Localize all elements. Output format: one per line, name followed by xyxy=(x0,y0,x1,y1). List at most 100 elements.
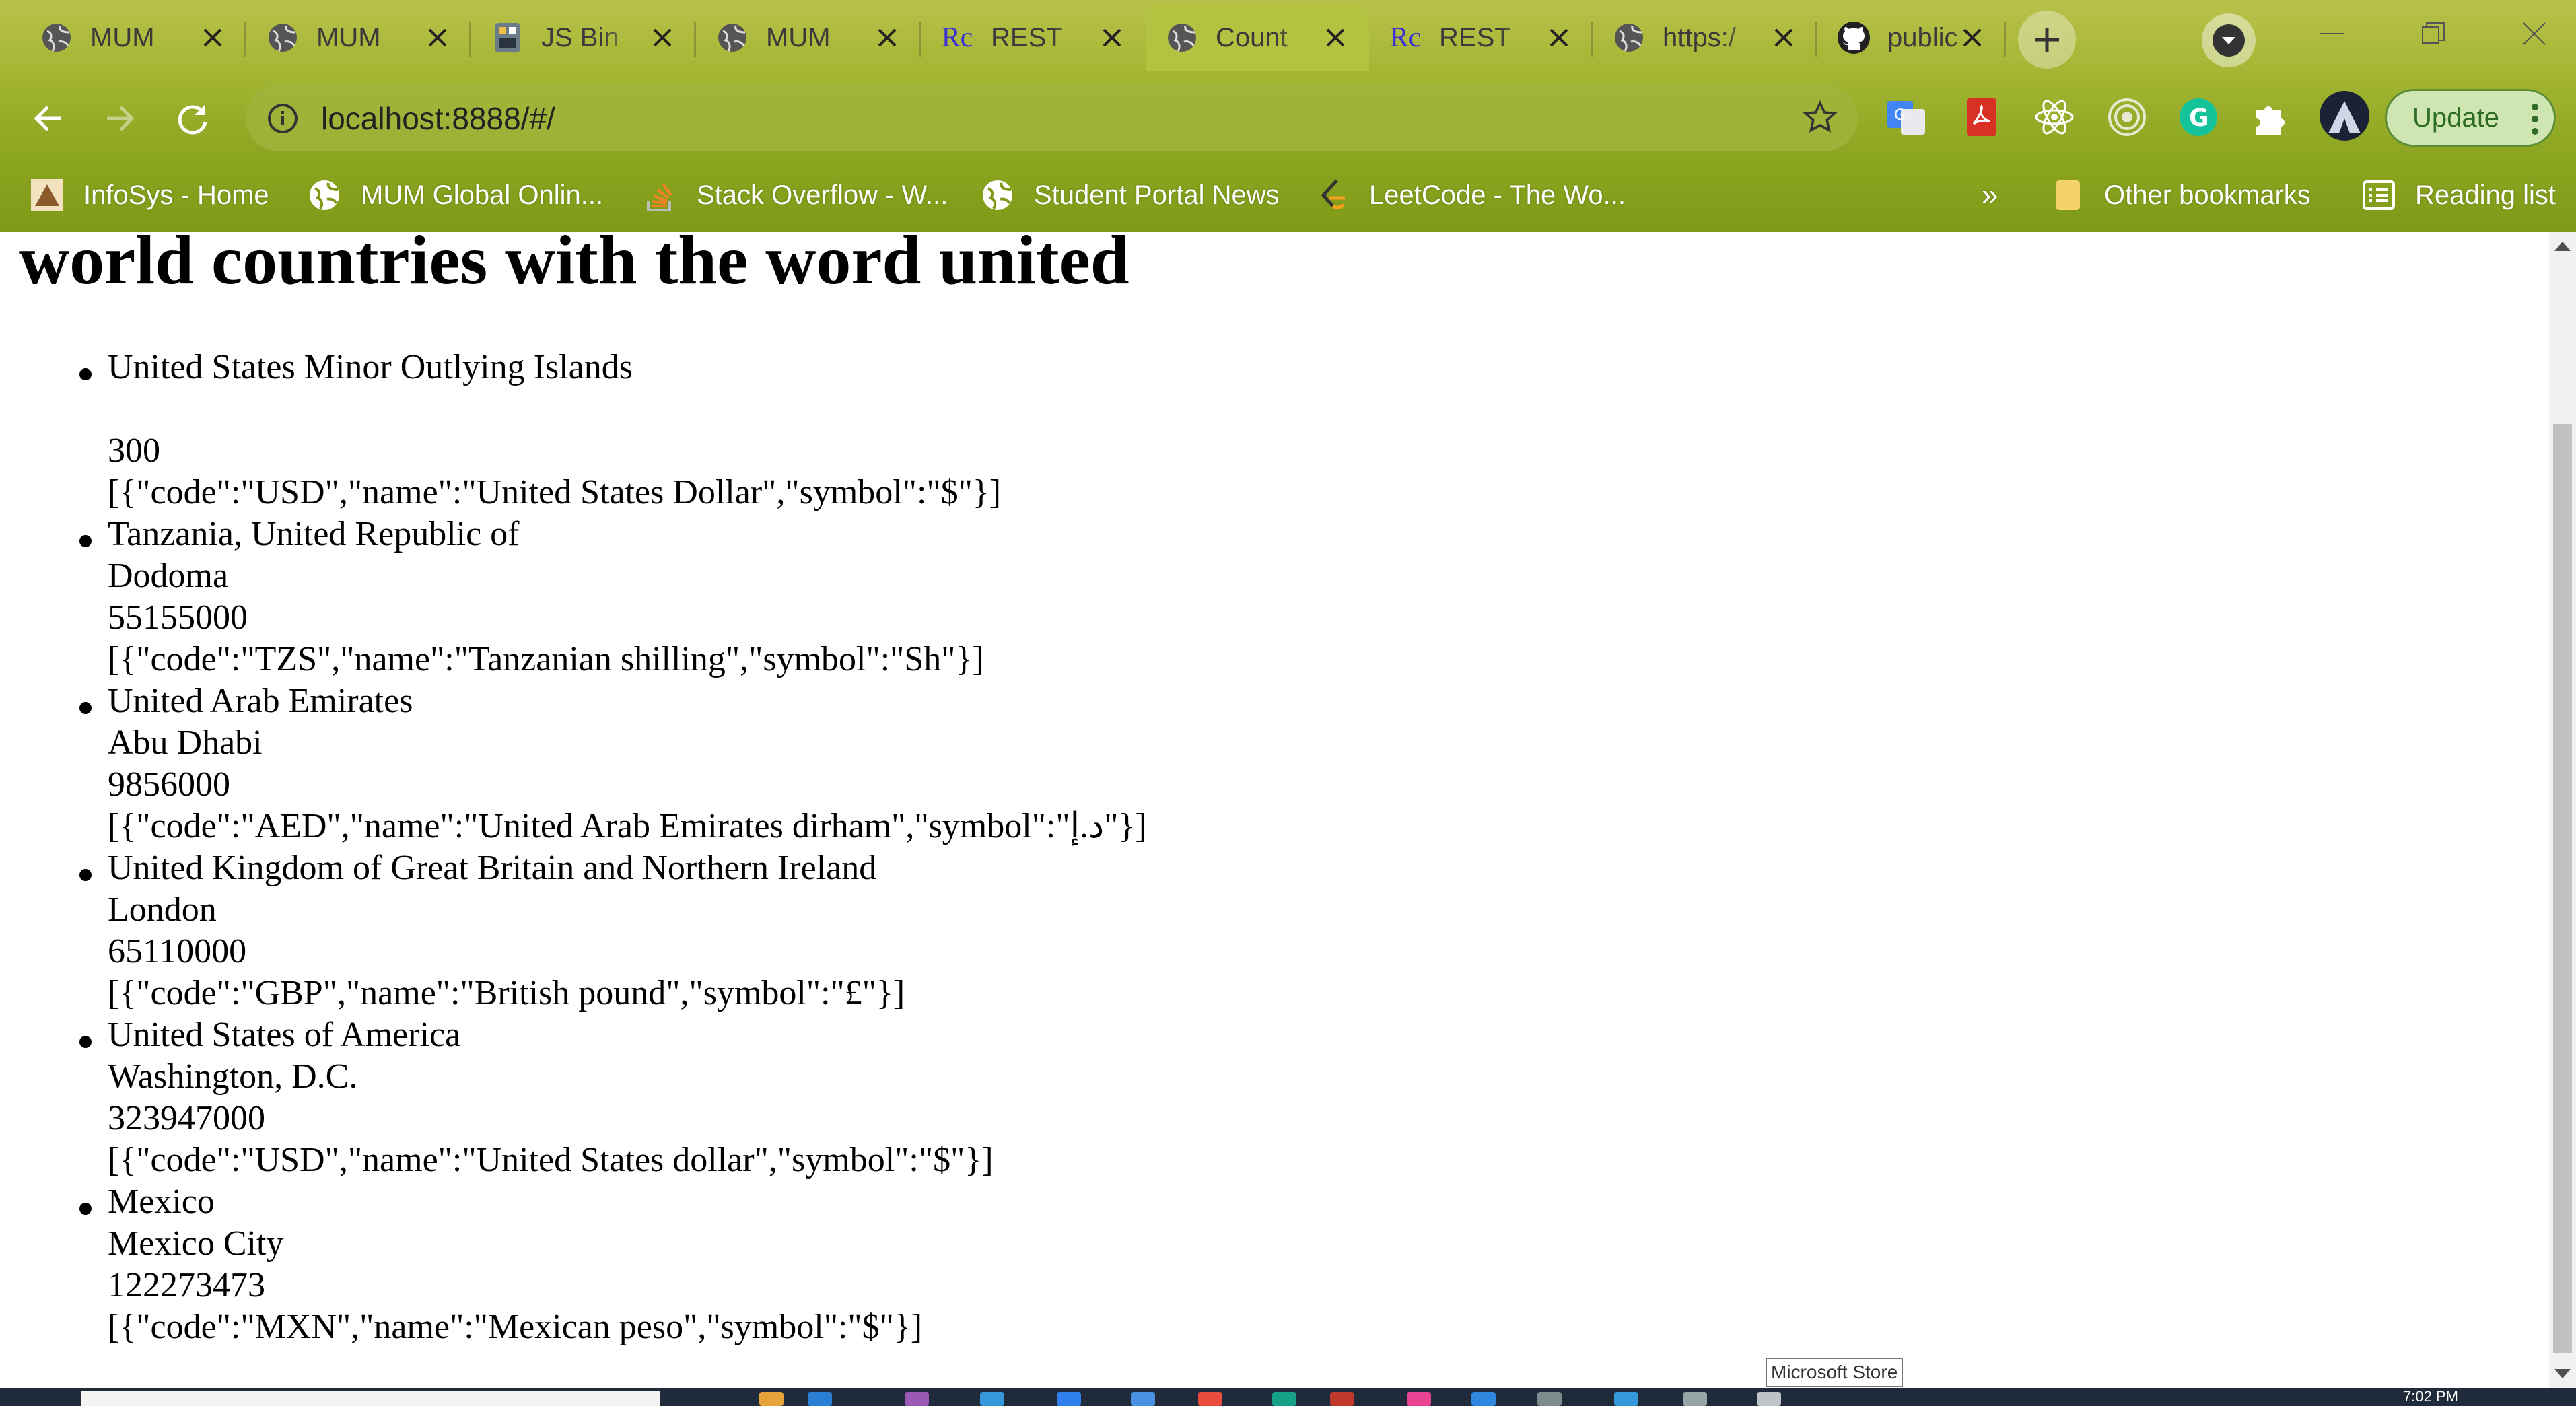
close-window-button[interactable] xyxy=(2484,0,2576,67)
country-name: Tanzania, United Republic of xyxy=(108,515,520,553)
browser-tab[interactable]: MUM xyxy=(696,4,921,71)
restore-button[interactable] xyxy=(2383,0,2484,67)
rc-favicon-text: Rc xyxy=(1389,22,1422,53)
profile-avatar[interactable] xyxy=(2318,89,2371,143)
rc-icon: Rc xyxy=(1388,20,1423,55)
grammarly-extension[interactable]: G xyxy=(2177,96,2220,139)
bookmark-label: LeetCode - The Wo... xyxy=(1369,180,1626,210)
minimize-button[interactable] xyxy=(2282,0,2383,67)
list-bullet xyxy=(79,535,92,547)
browser-tab[interactable]: https:/ xyxy=(1593,4,1817,71)
bookmark-infosys[interactable]: InfoSys - Home xyxy=(30,174,269,217)
close-tab-icon[interactable] xyxy=(1545,24,1572,51)
url-text[interactable]: localhost:8888/#/ xyxy=(321,100,555,137)
app-icon[interactable] xyxy=(1131,1392,1155,1406)
app-icon[interactable] xyxy=(1272,1392,1296,1406)
globe-icon xyxy=(307,178,342,213)
rc-icon: Rc xyxy=(940,20,975,55)
target-extension[interactable] xyxy=(2105,96,2149,139)
close-tab-icon[interactable] xyxy=(199,24,226,51)
scroll-down-arrow-icon[interactable] xyxy=(2553,1368,2572,1381)
leetcode-icon xyxy=(1315,178,1350,213)
microsoft-store-icon[interactable] xyxy=(1757,1392,1781,1406)
vertical-scrollbar[interactable] xyxy=(2549,232,2576,1388)
restore-icon xyxy=(2422,22,2445,44)
browser-tab[interactable]: Rc REST xyxy=(921,4,1146,71)
country-capital: Washington, D.C. xyxy=(108,1057,358,1096)
country-capital: Dodoma xyxy=(108,557,229,595)
svg-text:G: G xyxy=(2189,104,2209,132)
bookmark-mum-global[interactable]: MUM Global Onlin... xyxy=(307,174,603,217)
forward-button[interactable] xyxy=(92,90,148,147)
country-population: 122273473 xyxy=(108,1266,265,1304)
app-icon[interactable] xyxy=(980,1392,1004,1406)
other-bookmarks-label: Other bookmarks xyxy=(2104,180,2311,210)
browser-tab[interactable]: public xyxy=(1817,4,2006,71)
reading-list-button[interactable]: Reading list xyxy=(2361,174,2556,217)
close-icon xyxy=(2523,22,2546,45)
browser-tab[interactable]: MUM xyxy=(246,4,471,71)
globe-icon xyxy=(1164,20,1199,55)
avatar-icon xyxy=(2320,91,2369,141)
back-button[interactable] xyxy=(20,90,77,147)
google-translate-extension[interactable]: G xyxy=(1885,96,1928,139)
chevron-down-icon xyxy=(2213,24,2245,57)
update-label: Update xyxy=(2412,102,2499,133)
bookmark-stack-overflow[interactable]: Stack Overflow - W... xyxy=(643,174,948,217)
app-icon[interactable] xyxy=(1057,1392,1081,1406)
close-tab-icon[interactable] xyxy=(1770,24,1797,51)
browser-tab[interactable]: Rc REST xyxy=(1369,4,1593,71)
country-capital: ​ xyxy=(108,388,1147,430)
globe-icon xyxy=(1611,20,1646,55)
reload-button[interactable] xyxy=(164,90,221,147)
close-tab-icon[interactable] xyxy=(874,24,901,51)
address-bar[interactable]: localhost:8888/#/ xyxy=(246,84,1858,151)
app-icon[interactable] xyxy=(1683,1392,1707,1406)
tab-search-button[interactable] xyxy=(2202,13,2256,67)
file-explorer-icon[interactable] xyxy=(759,1392,784,1406)
tab-title: JS Bin xyxy=(541,22,619,52)
country-item: Tanzania, United Republic of Dodoma 551550… xyxy=(0,514,1147,680)
close-tab-icon[interactable] xyxy=(1322,24,1349,51)
close-tab-icon[interactable] xyxy=(424,24,451,51)
close-tab-icon[interactable] xyxy=(649,24,676,51)
app-icon[interactable] xyxy=(905,1392,929,1406)
new-tab-button[interactable] xyxy=(2018,11,2076,69)
scrollbar-thumb[interactable] xyxy=(2553,424,2572,1353)
bookmark-star-icon[interactable] xyxy=(1803,100,1838,135)
bookmark-student-portal[interactable]: Student Portal News xyxy=(980,174,1280,217)
close-tab-icon[interactable] xyxy=(1099,24,1125,51)
bookmark-label: MUM Global Onlin... xyxy=(361,180,604,210)
browser-tab[interactable]: MUM xyxy=(20,4,246,71)
country-currencies: [{"code":"USD","name":"United States Dol… xyxy=(108,473,1002,512)
tab-title: REST xyxy=(991,22,1063,52)
app-icon[interactable] xyxy=(1614,1392,1638,1406)
app-icon[interactable] xyxy=(1471,1392,1496,1406)
close-tab-icon[interactable] xyxy=(1959,24,1986,51)
bookmark-label: Stack Overflow - W... xyxy=(697,180,948,210)
info-icon[interactable] xyxy=(267,103,298,134)
app-icon[interactable] xyxy=(1537,1392,1562,1406)
pdf-extension[interactable] xyxy=(1960,96,2003,139)
bookmark-leetcode[interactable]: LeetCode - The Wo... xyxy=(1315,174,1626,217)
chrome-taskbar-icon[interactable] xyxy=(1198,1392,1222,1406)
taskbar-search-box[interactable] xyxy=(81,1391,660,1406)
tab-title: REST xyxy=(1439,22,1511,52)
app-icon[interactable] xyxy=(1330,1392,1354,1406)
react-devtools-extension[interactable] xyxy=(2033,96,2076,139)
tooltip: Microsoft Store xyxy=(1766,1358,1904,1387)
other-bookmarks-folder[interactable]: Other bookmarks xyxy=(2050,174,2311,217)
update-button[interactable]: Update xyxy=(2385,89,2556,147)
app-icon[interactable] xyxy=(1407,1392,1431,1406)
vscode-icon[interactable] xyxy=(808,1392,832,1406)
more-bookmarks-button[interactable]: » xyxy=(1982,174,1998,217)
page-content: world countries with the word united Uni… xyxy=(0,232,2549,1388)
target-icon xyxy=(2108,98,2146,136)
list-bullet xyxy=(79,869,92,881)
browser-tab[interactable]: Count xyxy=(1146,4,1369,71)
scroll-up-arrow-icon[interactable] xyxy=(2553,239,2572,252)
country-population: 55155000 xyxy=(108,598,248,637)
extensions-button[interactable] xyxy=(2248,96,2291,139)
bookmark-label: InfoSys - Home xyxy=(83,180,269,210)
browser-tab[interactable]: JS Bin xyxy=(471,4,696,71)
